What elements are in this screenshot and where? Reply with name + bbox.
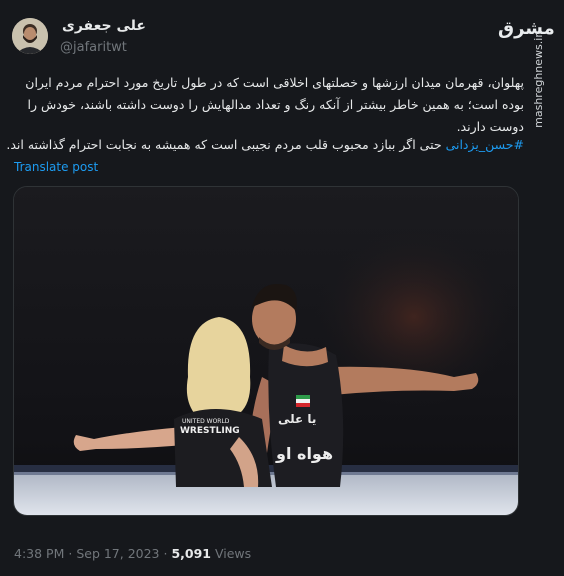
- views-count: 5,091: [171, 546, 211, 561]
- views-label: Views: [214, 546, 252, 561]
- tweet-date[interactable]: Sep 17, 2023: [76, 546, 159, 561]
- tweet-text-after-hashtag: حتی اگر ببازد محبوب قلب مردم نجیبی است ک…: [6, 137, 442, 152]
- jersey-text-1: یا علی: [278, 412, 316, 426]
- ref-shirt-line-1: UNITED WORLD: [182, 418, 230, 425]
- hashtag-link[interactable]: #حسن_یزدانی: [446, 137, 524, 152]
- ref-shirt-line-2: WRESTLING: [180, 426, 240, 436]
- tweet-text-continued: #حسن_یزدانی حتی اگر ببازد محبوب قلب مردم…: [4, 134, 524, 156]
- author-display-name[interactable]: علی جعفری: [62, 18, 146, 34]
- author-avatar[interactable]: [12, 18, 48, 54]
- source-side-text: mashreghnews.ir: [531, 32, 545, 128]
- translate-post-link[interactable]: Translate post: [14, 160, 98, 174]
- tweet-media-image[interactable]: یا علی هواه او UNITED WORLD WRESTLING: [13, 186, 519, 516]
- mashregh-logo-text: مشرق: [498, 18, 554, 39]
- tweet-meta: 4:38 PM · Sep 17, 2023 · 5,091 Views: [14, 546, 251, 561]
- jersey-text-2: هواه او: [275, 444, 333, 463]
- tweet-text: پهلوان، قهرمان میدان ارزشها و خصلتهای اخ…: [25, 75, 524, 134]
- tweet-time[interactable]: 4:38 PM: [14, 546, 64, 561]
- author-handle[interactable]: @jafaritwt: [60, 40, 127, 55]
- tweet-card: علی جعفری @jafaritwt مشرق mashreghnews.i…: [0, 0, 564, 576]
- source-side-label: mashreghnews.ir: [526, 33, 550, 128]
